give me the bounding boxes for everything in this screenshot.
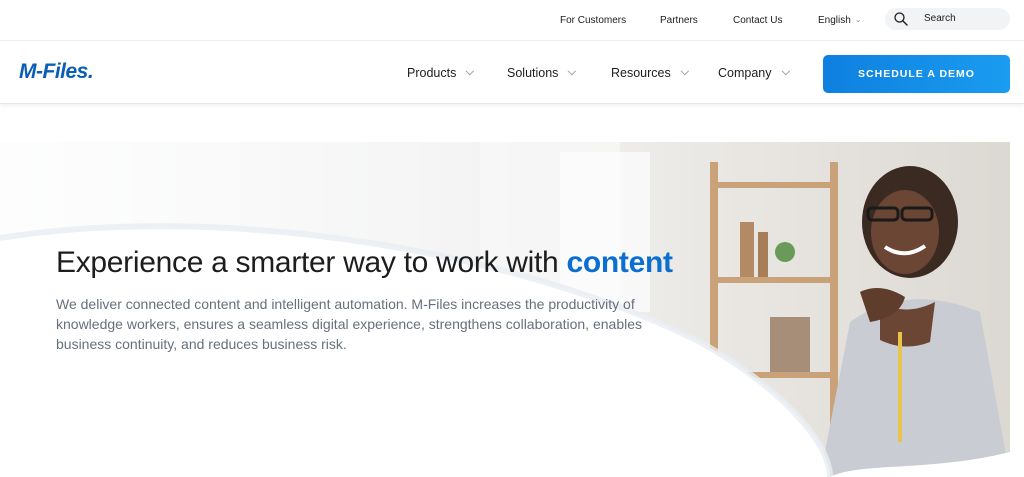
nav-solutions[interactable]: Solutions — [507, 66, 577, 80]
chevron-down-icon: ⌄ — [854, 15, 862, 24]
for-customers-link[interactable]: For Customers — [560, 15, 626, 26]
chevron-down-icon — [680, 66, 689, 76]
hero-subtext: We deliver connected content and intelli… — [56, 296, 642, 352]
utility-bar: For Customers Partners Contact Us Englis… — [0, 0, 1024, 40]
chevron-down-icon — [465, 66, 475, 76]
m-files-logo[interactable]: M-Files. — [19, 60, 94, 84]
nav-products-label: Products — [407, 66, 457, 80]
schedule-demo-button[interactable]: SCHEDULE A DEMO — [823, 55, 1010, 93]
headline-accent: content — [566, 246, 673, 279]
hero-headline: Experience a smarter way to work with co… — [56, 246, 673, 280]
partners-link[interactable]: Partners — [660, 15, 698, 26]
contact-us-link[interactable]: Contact Us — [733, 15, 782, 26]
chevron-down-icon — [568, 66, 577, 76]
search-icon — [894, 12, 908, 26]
logo-text: M-Files — [19, 60, 88, 83]
nav-resources-label: Resources — [611, 66, 671, 80]
nav-resources[interactable]: Resources — [611, 66, 689, 80]
nav-company-label: Company — [718, 66, 772, 80]
nav-solutions-label: Solutions — [507, 66, 559, 80]
search-input[interactable]: Search — [885, 8, 1010, 30]
headline-prefix: Experience a smarter way to work with — [56, 246, 567, 279]
nav-company[interactable]: Company — [718, 66, 790, 80]
main-nav: M-Files. Products Solutions Resources Co… — [0, 40, 1024, 104]
search-label: Search — [924, 13, 956, 24]
chevron-down-icon — [781, 66, 790, 76]
nav-products[interactable]: Products — [407, 66, 475, 80]
language-label: English — [818, 15, 851, 26]
language-selector[interactable]: English ⌄ — [818, 15, 862, 26]
logo-dot: . — [87, 60, 94, 83]
hero-section: Experience a smarter way to work with co… — [0, 142, 1024, 477]
